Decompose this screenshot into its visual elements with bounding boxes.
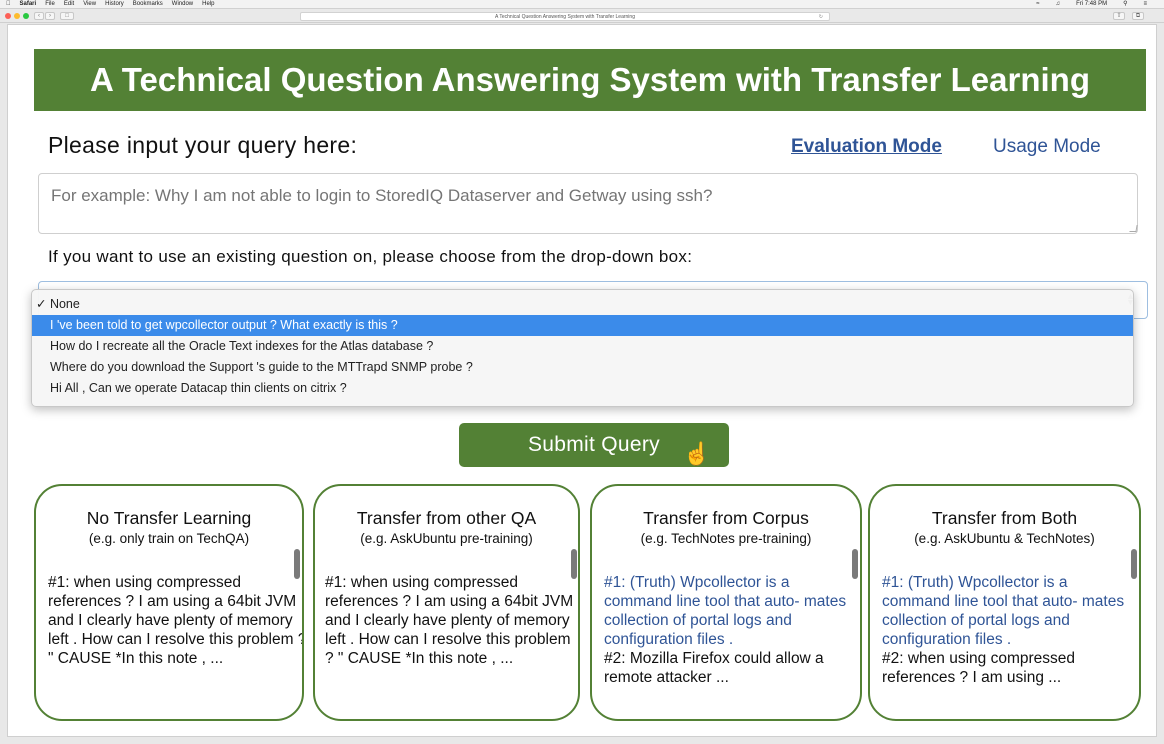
dropdown-option[interactable]: Where do you download the Support 's gui… [32, 357, 1133, 378]
card-answer: #2: when using compressed references ? I… [882, 650, 1076, 686]
card-answer: #1: when using compressed references ? I… [325, 574, 574, 667]
query-prompt-label: Please input your query here: [48, 132, 358, 158]
card-subtitle: (e.g. TechNotes pre-training) [640, 531, 812, 546]
card-subtitle: (e.g. AskUbuntu & TechNotes) [914, 531, 1095, 546]
card-scrollbar[interactable] [1131, 549, 1137, 579]
close-window-icon[interactable] [5, 13, 11, 19]
forward-button[interactable]: › [45, 12, 55, 20]
card-answer-text: #1: (Truth) Wpcollector is a command lin… [604, 573, 849, 687]
question-dropdown-menu: ✓ None I 've been told to get wpcollecto… [31, 289, 1134, 407]
card-title: Transfer from Corpus [643, 508, 809, 528]
pointer-hand-icon: ☝ [683, 441, 711, 466]
result-card-transfer-both: Transfer from Both (e.g. AskUbuntu & Tec… [868, 484, 1141, 721]
card-truth-answer: #1: (Truth) Wpcollector is a command lin… [604, 574, 847, 648]
menu-bookmarks[interactable]: Bookmarks [133, 0, 163, 9]
menu-help[interactable]: Help [202, 0, 214, 9]
menu-view[interactable]: View [83, 0, 96, 9]
result-card-no-transfer: No Transfer Learning (e.g. only train on… [34, 484, 304, 721]
card-answer-text: #1: when using compressed references ? I… [325, 573, 575, 668]
address-text: A Technical Question Answering System wi… [495, 14, 635, 20]
card-scrollbar[interactable] [852, 549, 858, 579]
menubar-clock[interactable]: Fri 7:48 PM [1076, 0, 1107, 9]
dropdown-option[interactable]: How do I recreate all the Oracle Text in… [32, 336, 1133, 357]
card-answer: #1: when using compressed references ? I… [48, 574, 304, 667]
browser-toolbar: ‹ › □ A Technical Question Answering Sys… [0, 9, 1164, 23]
card-title: Transfer from Both [931, 508, 1078, 528]
menu-list-icon[interactable]: ≡ [1143, 0, 1147, 9]
back-button[interactable]: ‹ [34, 12, 44, 20]
minimize-window-icon[interactable] [14, 13, 20, 19]
apple-menu-icon[interactable]:  [6, 0, 11, 9]
dropdown-option[interactable]: Hi All , Can we operate Datacap thin cli… [32, 378, 1133, 399]
submit-query-label: Submit Query [528, 433, 660, 456]
result-card-transfer-corpus: Transfer from Corpus (e.g. TechNotes pre… [590, 484, 862, 721]
zoom-window-icon[interactable] [23, 13, 29, 19]
dropdown-label: If you want to use an existing question … [48, 247, 693, 266]
menu-history[interactable]: History [105, 0, 124, 9]
card-subtitle: (e.g. only train on TechQA) [88, 531, 250, 546]
query-input[interactable] [38, 173, 1138, 234]
search-icon[interactable]: ⚲ [1123, 0, 1127, 9]
evaluation-mode-link[interactable]: Evaluation Mode [791, 136, 942, 158]
card-answer-text: #1: when using compressed references ? I… [48, 573, 304, 668]
card-title: No Transfer Learning [86, 508, 252, 528]
card-title: Transfer from other QA [356, 508, 537, 528]
menu-app-name[interactable]: Safari [20, 0, 37, 9]
sidebar-toggle-icon[interactable]: □ [60, 12, 74, 20]
menu-edit[interactable]: Edit [64, 0, 74, 9]
card-answer-text: #1: (Truth) Wpcollector is a command lin… [882, 573, 1127, 687]
result-card-transfer-qa: Transfer from other QA (e.g. AskUbuntu p… [313, 484, 580, 721]
usage-mode-link[interactable]: Usage Mode [993, 136, 1101, 158]
share-icon[interactable]: ⇧ [1113, 12, 1125, 20]
page-title: A Technical Question Answering System wi… [34, 49, 1146, 111]
menu-window[interactable]: Window [172, 0, 193, 9]
web-page: A Technical Question Answering System wi… [7, 24, 1157, 737]
dropdown-option[interactable]: I 've been told to get wpcollector outpu… [32, 315, 1133, 336]
menu-file[interactable]: File [45, 0, 55, 9]
reload-icon[interactable]: ↻ [819, 13, 823, 21]
resize-grip-icon[interactable] [1129, 225, 1138, 232]
wifi-icon[interactable]: ≈ [1036, 0, 1039, 9]
card-subtitle: (e.g. AskUbuntu pre-training) [360, 531, 533, 546]
dropdown-option-none[interactable]: ✓ None [32, 294, 1133, 315]
card-truth-answer: #1: (Truth) Wpcollector is a command lin… [882, 574, 1125, 648]
macos-menubar:  Safari File Edit View History Bookmark… [0, 0, 1164, 9]
card-answer: #2: Mozilla Firefox could allow a remote… [604, 650, 824, 686]
volume-icon[interactable]: ♫ [1056, 0, 1061, 9]
tabs-overview-icon[interactable]: ⧉ [1132, 12, 1144, 20]
address-bar[interactable]: A Technical Question Answering System wi… [300, 12, 830, 21]
